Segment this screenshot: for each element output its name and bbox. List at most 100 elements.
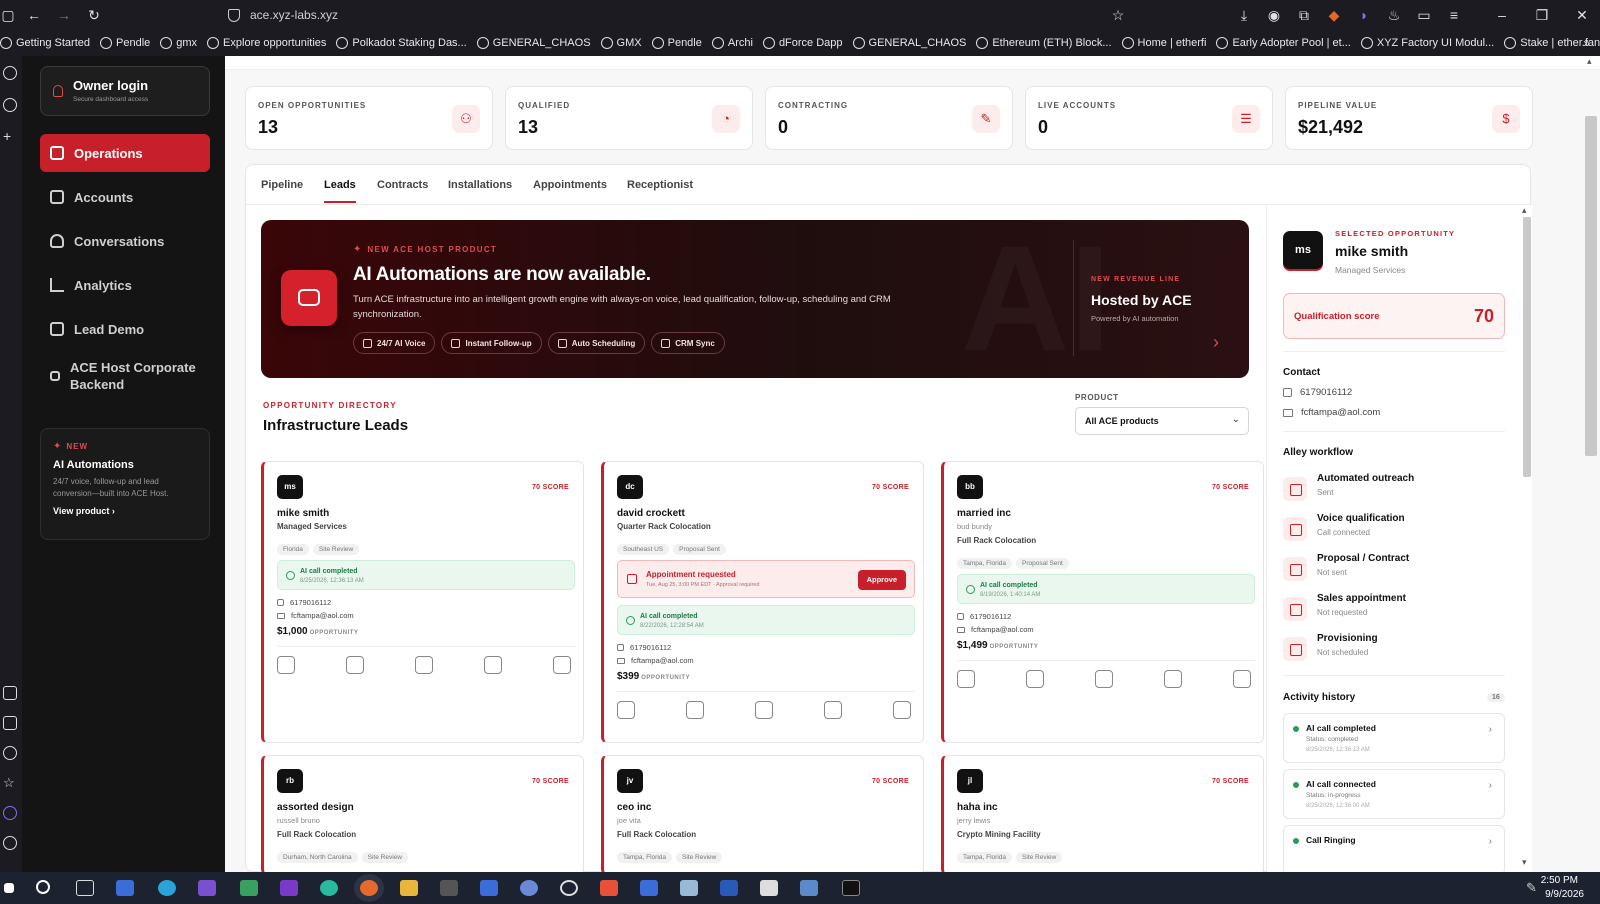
- lead-phone[interactable]: 6179016112: [277, 598, 331, 607]
- terminal-app-icon[interactable]: [640, 880, 658, 896]
- star-icon[interactable]: ☆: [3, 776, 17, 790]
- sidebar-item-conversations[interactable]: Conversations: [40, 222, 210, 260]
- history-item[interactable]: AI call connected Status: in-progress 8/25…: [1283, 769, 1505, 819]
- tab-leads[interactable]: Leads: [324, 179, 356, 203]
- history-item[interactable]: Call Ringing ›: [1283, 825, 1505, 875]
- back-icon[interactable]: ←: [26, 7, 42, 23]
- task-view-icon[interactable]: [76, 880, 94, 896]
- scroll-up-icon[interactable]: ▴: [1522, 205, 1527, 216]
- forward-icon[interactable]: →: [56, 7, 72, 23]
- history-icon[interactable]: [3, 746, 17, 760]
- lead-card[interactable]: jv 70 SCORE ceo inc joe vita Full Rack Coloc…: [601, 755, 924, 875]
- globe-icon[interactable]: [3, 66, 17, 80]
- firefox-app-icon[interactable]: [360, 880, 378, 896]
- contact-phone[interactable]: 6179016112: [1283, 387, 1352, 398]
- mail-icon[interactable]: [617, 701, 635, 719]
- add-icon[interactable]: +: [3, 129, 17, 144]
- owner-login-button[interactable]: Owner login Secure dashboard access: [40, 66, 210, 116]
- page-scrollbar[interactable]: [1585, 116, 1597, 456]
- wallet-icon[interactable]: ◗: [1356, 7, 1372, 23]
- edge-app-icon[interactable]: [158, 880, 176, 896]
- phone-icon[interactable]: [346, 656, 364, 674]
- page-scroll-up-icon[interactable]: ▴: [1587, 56, 1592, 67]
- bookmark-item[interactable]: Archi: [711, 37, 753, 49]
- minimize-icon[interactable]: –: [1494, 7, 1510, 23]
- bookmark-star-icon[interactable]: ☆: [1110, 7, 1126, 23]
- windows-start-icon[interactable]: [4, 883, 14, 893]
- sidebar-item-corporate-backend[interactable]: ACE Host Corporate Backend: [40, 354, 210, 398]
- office-app-icon[interactable]: [198, 880, 216, 896]
- address-bar[interactable]: ace.xyz-labs.xyz: [228, 4, 1228, 26]
- lead-phone[interactable]: 6179016112: [957, 612, 1011, 621]
- clock-date[interactable]: 9/9/2026: [1545, 889, 1584, 900]
- bookmark-item[interactable]: dForce Dapp: [762, 37, 843, 49]
- sidebar-item-analytics[interactable]: Analytics: [40, 266, 210, 304]
- bookmark-item[interactable]: GENERAL_CHAOS: [852, 37, 966, 49]
- close-window-icon[interactable]: ✕: [1574, 7, 1590, 23]
- bookmark-item[interactable]: Home | etherfi: [1121, 37, 1206, 49]
- lead-card[interactable]: ms 70 SCORE mike smith Managed Services Flor…: [261, 461, 584, 743]
- workflow-step[interactable]: Automated outreach Sent: [1283, 473, 1505, 509]
- phone-icon[interactable]: [686, 701, 704, 719]
- more-bookmarks-icon[interactable]: »: [1583, 36, 1590, 50]
- bookmark-item[interactable]: Getting Started: [0, 37, 90, 49]
- sidebar-item-operations[interactable]: Operations: [40, 134, 210, 172]
- bookmark-item[interactable]: GENERAL_CHAOS: [476, 37, 591, 49]
- ai-automations-banner[interactable]: AI ✦ NEW ACE HOST PRODUCT AI Automations…: [261, 220, 1249, 378]
- terminal-app-icon[interactable]: [116, 880, 134, 896]
- approve-button[interactable]: Approve: [857, 570, 906, 590]
- lead-card[interactable]: rb 70 SCORE assorted design russell bruno Fu…: [261, 755, 584, 875]
- detail-scrollbar[interactable]: [1523, 217, 1531, 477]
- document-icon[interactable]: [1164, 670, 1182, 688]
- calendar-icon[interactable]: [553, 656, 571, 674]
- bookmark-item[interactable]: XYZ Factory UI Modul...: [1360, 37, 1494, 49]
- pen-icon[interactable]: ✎: [1526, 880, 1537, 896]
- lead-email[interactable]: fcftampa@aol.com: [617, 656, 694, 665]
- phone-icon[interactable]: [1026, 670, 1044, 688]
- search-icon[interactable]: [36, 880, 50, 894]
- tab-pipeline[interactable]: Pipeline: [261, 179, 303, 191]
- tab-appointments[interactable]: Appointments: [533, 179, 607, 191]
- bookmark-item[interactable]: Polkadot Staking Das...: [336, 37, 467, 49]
- clock-time[interactable]: 2:50 PM: [1541, 875, 1578, 886]
- calendar-icon[interactable]: [1233, 670, 1251, 688]
- app-icon[interactable]: [560, 880, 578, 896]
- scroll-down-icon[interactable]: ▾: [1522, 857, 1527, 868]
- document-icon[interactable]: [824, 701, 842, 719]
- reload-icon[interactable]: ↻: [86, 7, 102, 23]
- menu-icon[interactable]: ≡: [1446, 7, 1462, 23]
- app-icon[interactable]: [280, 880, 298, 896]
- tab-installations[interactable]: Installations: [448, 179, 512, 191]
- lead-email[interactable]: fcftampa@aol.com: [957, 625, 1034, 634]
- extensions-icon[interactable]: ⧉: [1296, 7, 1312, 23]
- app-icon[interactable]: [320, 880, 338, 896]
- calendar-icon[interactable]: [893, 701, 911, 719]
- sidebar-toggle-icon[interactable]: ▢: [0, 7, 16, 23]
- view-product-link[interactable]: View product ›: [53, 506, 197, 516]
- chat-icon[interactable]: [415, 656, 433, 674]
- bookmark-item[interactable]: Ethereum (ETH) Block...: [976, 37, 1112, 49]
- bookmark-item[interactable]: gmx: [160, 37, 197, 49]
- download-icon[interactable]: ⤓: [1236, 7, 1252, 23]
- git-app-icon[interactable]: [600, 880, 618, 896]
- chevron-right-icon[interactable]: ›: [1213, 332, 1219, 353]
- sidebar-item-accounts[interactable]: Accounts: [40, 178, 210, 216]
- file-explorer-icon[interactable]: [400, 880, 418, 896]
- account-icon[interactable]: ◉: [1266, 7, 1282, 23]
- bookmark-item[interactable]: Pendle: [651, 37, 702, 49]
- bookmark-item[interactable]: GMX: [600, 37, 642, 49]
- contact-email[interactable]: fcftampa@aol.com: [1283, 407, 1380, 418]
- reader-icon[interactable]: ▭: [1416, 7, 1432, 23]
- history-item[interactable]: AI call completed Status: completed 8/25/2…: [1283, 713, 1505, 763]
- ai-icon[interactable]: [3, 686, 17, 700]
- powershell-app-icon[interactable]: [720, 880, 738, 896]
- lead-phone[interactable]: 6179016112: [617, 643, 671, 652]
- app-icon[interactable]: [680, 880, 698, 896]
- bookmark-item[interactable]: Pendle: [100, 37, 150, 49]
- tab-contracts[interactable]: Contracts: [377, 179, 428, 191]
- workflow-step[interactable]: Voice qualification Call connected: [1283, 513, 1505, 549]
- workflow-step[interactable]: Proposal / Contract Not sent: [1283, 553, 1505, 589]
- bookmark-item[interactable]: Early Adopter Pool | et...: [1216, 37, 1351, 49]
- chat-icon[interactable]: [1095, 670, 1113, 688]
- wallet-icon[interactable]: [3, 806, 17, 820]
